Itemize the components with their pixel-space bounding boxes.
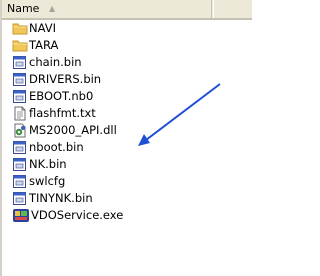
file-list-view: Name ▲ NAVI TARA chain.bin DRIVERS.bin E… [0,0,252,276]
annotation-arrow [138,83,221,146]
